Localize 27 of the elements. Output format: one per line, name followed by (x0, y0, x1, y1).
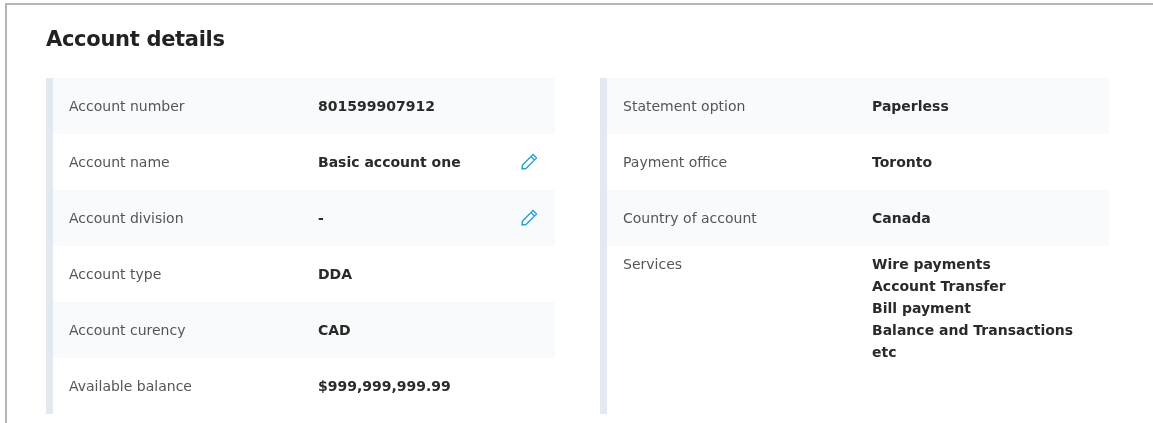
field-label: Available balance (69, 378, 193, 394)
service-item: Balance and Transactions (872, 322, 1074, 338)
field-label: Payment office (623, 154, 729, 170)
service-item: Bill payment (872, 300, 972, 316)
field-label: Account type (69, 266, 163, 282)
field-label: Statement option (623, 98, 747, 114)
field-value: - (318, 210, 324, 226)
edit-button[interactable] (519, 152, 539, 172)
edit-button[interactable] (519, 208, 539, 228)
field-value: CAD (318, 322, 351, 338)
field-value: Toronto (872, 154, 933, 170)
field-value: $999,999,999.99 (318, 378, 451, 394)
service-item: Wire payments (872, 256, 992, 272)
field-value: Basic account one (318, 154, 461, 170)
field-label: Account curency (69, 322, 187, 338)
field-value: 801599907912 (318, 98, 435, 114)
field-label: Services (623, 256, 684, 272)
field-label: Account name (69, 154, 171, 170)
field-label: Account division (69, 210, 185, 226)
field-label: Country of account (623, 210, 758, 226)
service-item: Account Transfer (872, 278, 1007, 294)
field-label: Account number (69, 98, 186, 114)
field-value: Paperless (872, 98, 949, 114)
field-value: DDA (318, 266, 353, 282)
service-item: etc (872, 344, 898, 360)
section-title: Account details (46, 27, 225, 51)
field-value: Canada (872, 210, 931, 226)
